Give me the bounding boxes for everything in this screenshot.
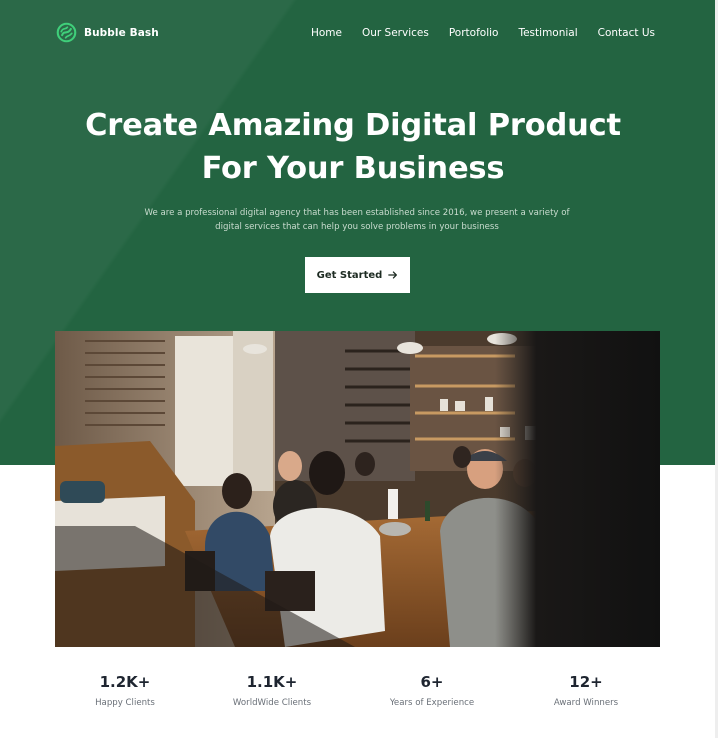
brand-name: Bubble Bash bbox=[84, 26, 159, 39]
hero-subtitle: We are a professional digital agency tha… bbox=[0, 206, 714, 234]
hero-title: Create Amazing Digital Product For Your … bbox=[0, 104, 706, 190]
hero-subtitle-line-1: We are a professional digital agency tha… bbox=[144, 208, 570, 218]
team-meeting-photo bbox=[55, 331, 660, 647]
stat-worldwide-clients: 1.1K+ WorldWide Clients bbox=[202, 672, 342, 710]
stat-value: 1.2K+ bbox=[99, 673, 151, 691]
arrow-right-icon bbox=[388, 271, 398, 279]
stat-value: 1.1K+ bbox=[246, 673, 298, 691]
nav-home[interactable]: Home bbox=[311, 27, 342, 39]
hero-subtitle-line-2: digital services that can help you solve… bbox=[215, 222, 499, 232]
get-started-button[interactable]: Get Started bbox=[305, 257, 410, 293]
stat-label: WorldWide Clients bbox=[232, 698, 312, 708]
stat-label: Years of Experience bbox=[389, 698, 475, 708]
nav-our-services[interactable]: Our Services bbox=[362, 27, 429, 39]
brand-logo[interactable]: Bubble Bash bbox=[56, 22, 159, 43]
hero-title-line-1: Create Amazing Digital Product bbox=[85, 108, 621, 143]
stat-value: 6+ bbox=[420, 673, 444, 691]
photo-illustration bbox=[55, 331, 660, 647]
stat-value: 12+ bbox=[569, 673, 603, 691]
nav-testimonial[interactable]: Testimonial bbox=[518, 27, 577, 39]
stat-happy-clients: 1.2K+ Happy Clients bbox=[55, 672, 195, 710]
stat-years-experience: 6+ Years of Experience bbox=[362, 672, 502, 710]
stat-label: Award Winners bbox=[553, 698, 619, 708]
main-nav: Home Our Services Portofolio Testimonial… bbox=[311, 27, 655, 39]
stat-award-winners: 12+ Award Winners bbox=[516, 672, 656, 710]
get-started-label: Get Started bbox=[316, 269, 383, 281]
nav-portofolio[interactable]: Portofolio bbox=[449, 27, 499, 39]
stat-label: Happy Clients bbox=[95, 698, 155, 708]
leaf-swirl-icon bbox=[56, 22, 77, 43]
nav-contact-us[interactable]: Contact Us bbox=[598, 27, 655, 39]
stats-row: 1.2K+ Happy Clients 1.1K+ WorldWide Clie… bbox=[55, 672, 660, 722]
hero-title-line-2: For Your Business bbox=[201, 151, 505, 186]
